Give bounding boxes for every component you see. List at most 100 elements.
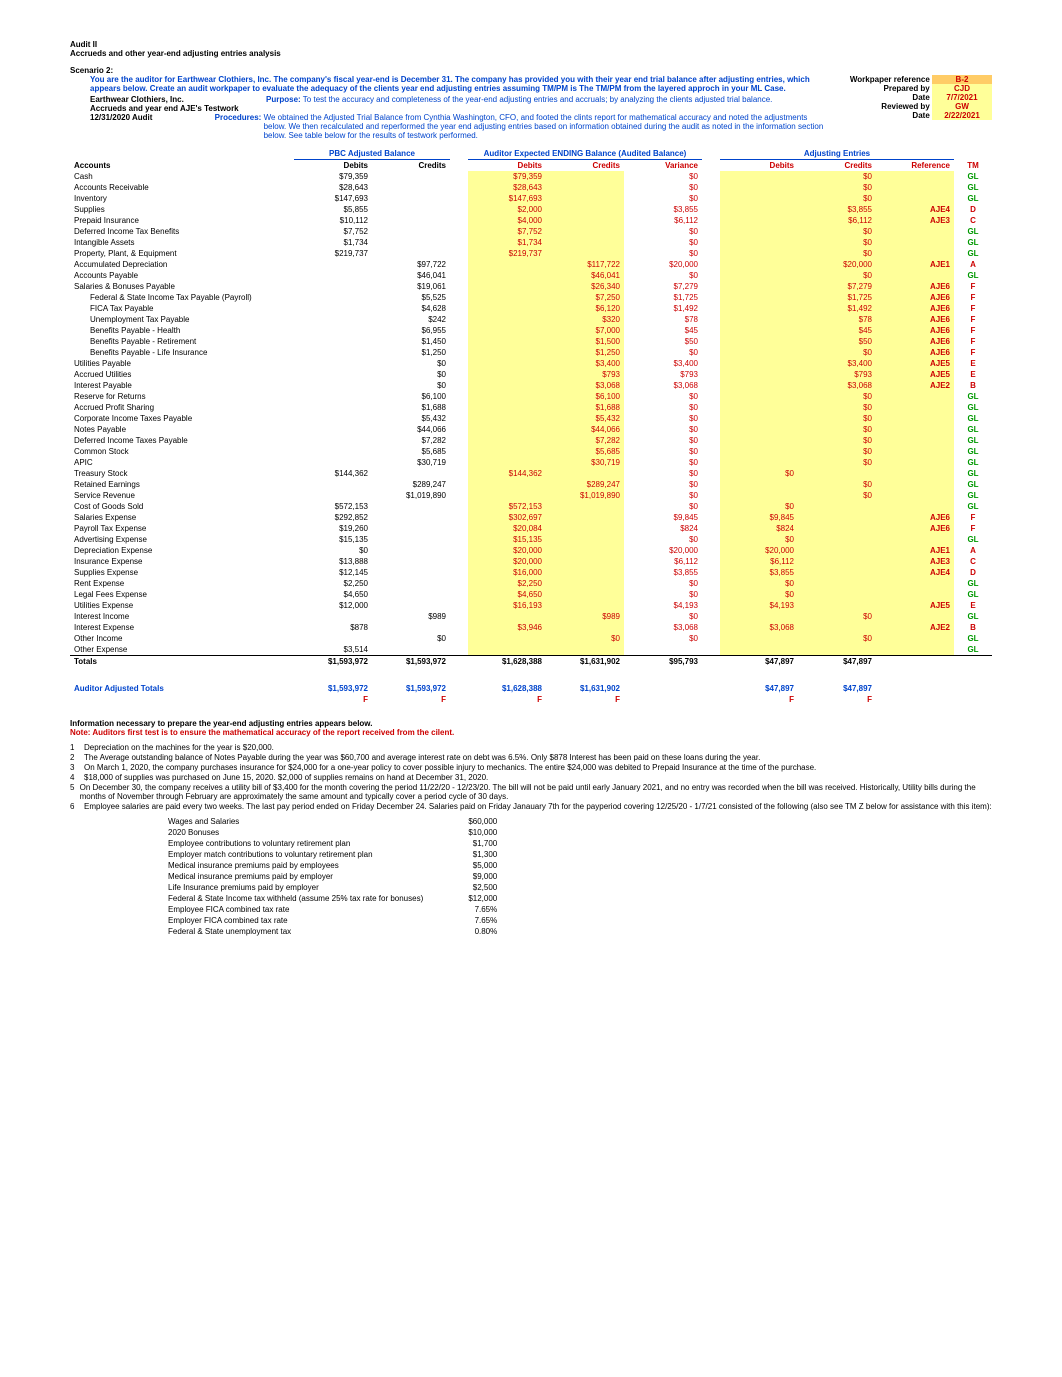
auditor-totals-row: Auditor Adjusted Totals $1,593,972$1,593… — [70, 683, 992, 694]
aud-credit: $5,685 — [546, 446, 624, 457]
totals-row: Totals $1,593,972$1,593,972 $1,628,388$1… — [70, 656, 992, 668]
pbc-debit: $7,752 — [294, 226, 372, 237]
aje-debit: $0 — [720, 501, 798, 512]
aje-ref — [876, 391, 954, 402]
table-row: Supplies Expense $12,145 $16,000 $3,855 … — [70, 567, 992, 578]
wages-value: $10,000 — [431, 828, 503, 837]
account-name: Federal & State Income Tax Payable (Payr… — [70, 292, 294, 303]
pbc-debit: $19,260 — [294, 523, 372, 534]
pbc-debit — [294, 435, 372, 446]
aje-credit — [798, 622, 876, 633]
table-row: Utilities Expense $12,000 $16,193 $4,193… — [70, 600, 992, 611]
account-name: Common Stock — [70, 446, 294, 457]
aje-debit — [720, 611, 798, 622]
pbc-debit: $147,693 — [294, 193, 372, 204]
aje-ref — [876, 578, 954, 589]
aud-debit: $144,362 — [468, 468, 546, 479]
account-name: Accrued Profit Sharing — [70, 402, 294, 413]
aud-credit: $320 — [546, 314, 624, 325]
pbc-credit — [372, 204, 450, 215]
account-name: Benefits Payable - Life Insurance — [70, 347, 294, 358]
table-row: Depreciation Expense $0 $20,000 $20,000 … — [70, 545, 992, 556]
aje-ref — [876, 182, 954, 193]
info-header: Information necessary to prepare the yea… — [70, 719, 992, 728]
aje-debit: $0 — [720, 534, 798, 545]
aud-debit: $2,250 — [468, 578, 546, 589]
aud-debit — [468, 336, 546, 347]
table-row: Interest Income $989 $989 $0 $0 GL — [70, 611, 992, 622]
pbc-credit: $0 — [372, 369, 450, 380]
pbc-credit — [372, 644, 450, 656]
pbc-debit — [294, 633, 372, 644]
table-row: Property, Plant, & Equipment $219,737 $2… — [70, 248, 992, 259]
aje-ref: AJE1 — [876, 259, 954, 270]
pbc-debit — [294, 336, 372, 347]
pbc-debit: $12,000 — [294, 600, 372, 611]
table-row: Benefits Payable - Life Insurance $1,250… — [70, 347, 992, 358]
aud-credit — [546, 215, 624, 226]
aje-ref — [876, 589, 954, 600]
aud-debit — [468, 347, 546, 358]
purpose-label: Purpose: — [266, 95, 301, 104]
variance: $0 — [624, 270, 702, 281]
account-name: Cost of Goods Sold — [70, 501, 294, 512]
tm-mark: B — [954, 622, 992, 633]
tm-mark: GL — [954, 578, 992, 589]
aud-credit — [546, 622, 624, 633]
table-row: Supplies $5,855 $2,000 $3,855 $3,855 AJE… — [70, 204, 992, 215]
variance: $3,068 — [624, 380, 702, 391]
aje-debit — [720, 270, 798, 281]
table-row: Benefits Payable - Retirement $1,450 $1,… — [70, 336, 992, 347]
pbc-debit: $13,888 — [294, 556, 372, 567]
wages-value: 7.65% — [431, 905, 503, 914]
pbc-credit: $19,061 — [372, 281, 450, 292]
info-item: 2The Average outstanding balance of Note… — [70, 753, 992, 762]
aje-ref: AJE6 — [876, 303, 954, 314]
pbc-debit: $12,145 — [294, 567, 372, 578]
wages-row: Federal & State Income tax withheld (ass… — [162, 894, 503, 903]
aje-debit — [720, 237, 798, 248]
company-name: Earthwear Clothiers, Inc. — [90, 95, 184, 104]
pbc-debit — [294, 424, 372, 435]
pbc-credit — [372, 534, 450, 545]
aud-credit: $289,247 — [546, 479, 624, 490]
aje-debit — [720, 303, 798, 314]
col-pbc-debits: Debits — [294, 160, 372, 172]
aud-debit — [468, 391, 546, 402]
pbc-debit — [294, 369, 372, 380]
pbc-credit: $0 — [372, 358, 450, 369]
aud-debit — [468, 402, 546, 413]
aje-debit — [720, 314, 798, 325]
pbc-credit: $0 — [372, 380, 450, 391]
account-name: Depreciation Expense — [70, 545, 294, 556]
wages-row: 2020 Bonuses$10,000 — [162, 828, 503, 837]
aud-credit — [546, 468, 624, 479]
aud-credit: $0 — [546, 633, 624, 644]
pbc-debit: $572,153 — [294, 501, 372, 512]
aje-debit — [720, 226, 798, 237]
wages-value: $12,000 — [431, 894, 503, 903]
wages-row: Life Insurance premiums paid by employer… — [162, 883, 503, 892]
table-row: Salaries & Bonuses Payable $19,061 $26,3… — [70, 281, 992, 292]
tm-mark: GL — [954, 644, 992, 656]
aud-credit: $1,500 — [546, 336, 624, 347]
aud-credit — [546, 226, 624, 237]
aje-debit — [720, 402, 798, 413]
col-aud-credits: Credits — [546, 160, 624, 172]
aud-debit: $20,000 — [468, 545, 546, 556]
aud-credit: $6,120 — [546, 303, 624, 314]
aje-debit: $20,000 — [720, 545, 798, 556]
pbc-credit — [372, 468, 450, 479]
wages-label: Employer FICA combined tax rate — [162, 916, 429, 925]
tm-mark: GL — [954, 633, 992, 644]
pbc-credit — [372, 248, 450, 259]
tm-mark: GL — [954, 182, 992, 193]
pbc-credit: $6,100 — [372, 391, 450, 402]
variance: $45 — [624, 325, 702, 336]
page-subtitle: Accrueds and other year-end adjusting en… — [70, 49, 992, 58]
aje-ref: AJE6 — [876, 292, 954, 303]
aje-debit: $4,193 — [720, 600, 798, 611]
pbc-debit — [294, 259, 372, 270]
aje-credit: $0 — [798, 182, 876, 193]
aje-credit — [798, 468, 876, 479]
